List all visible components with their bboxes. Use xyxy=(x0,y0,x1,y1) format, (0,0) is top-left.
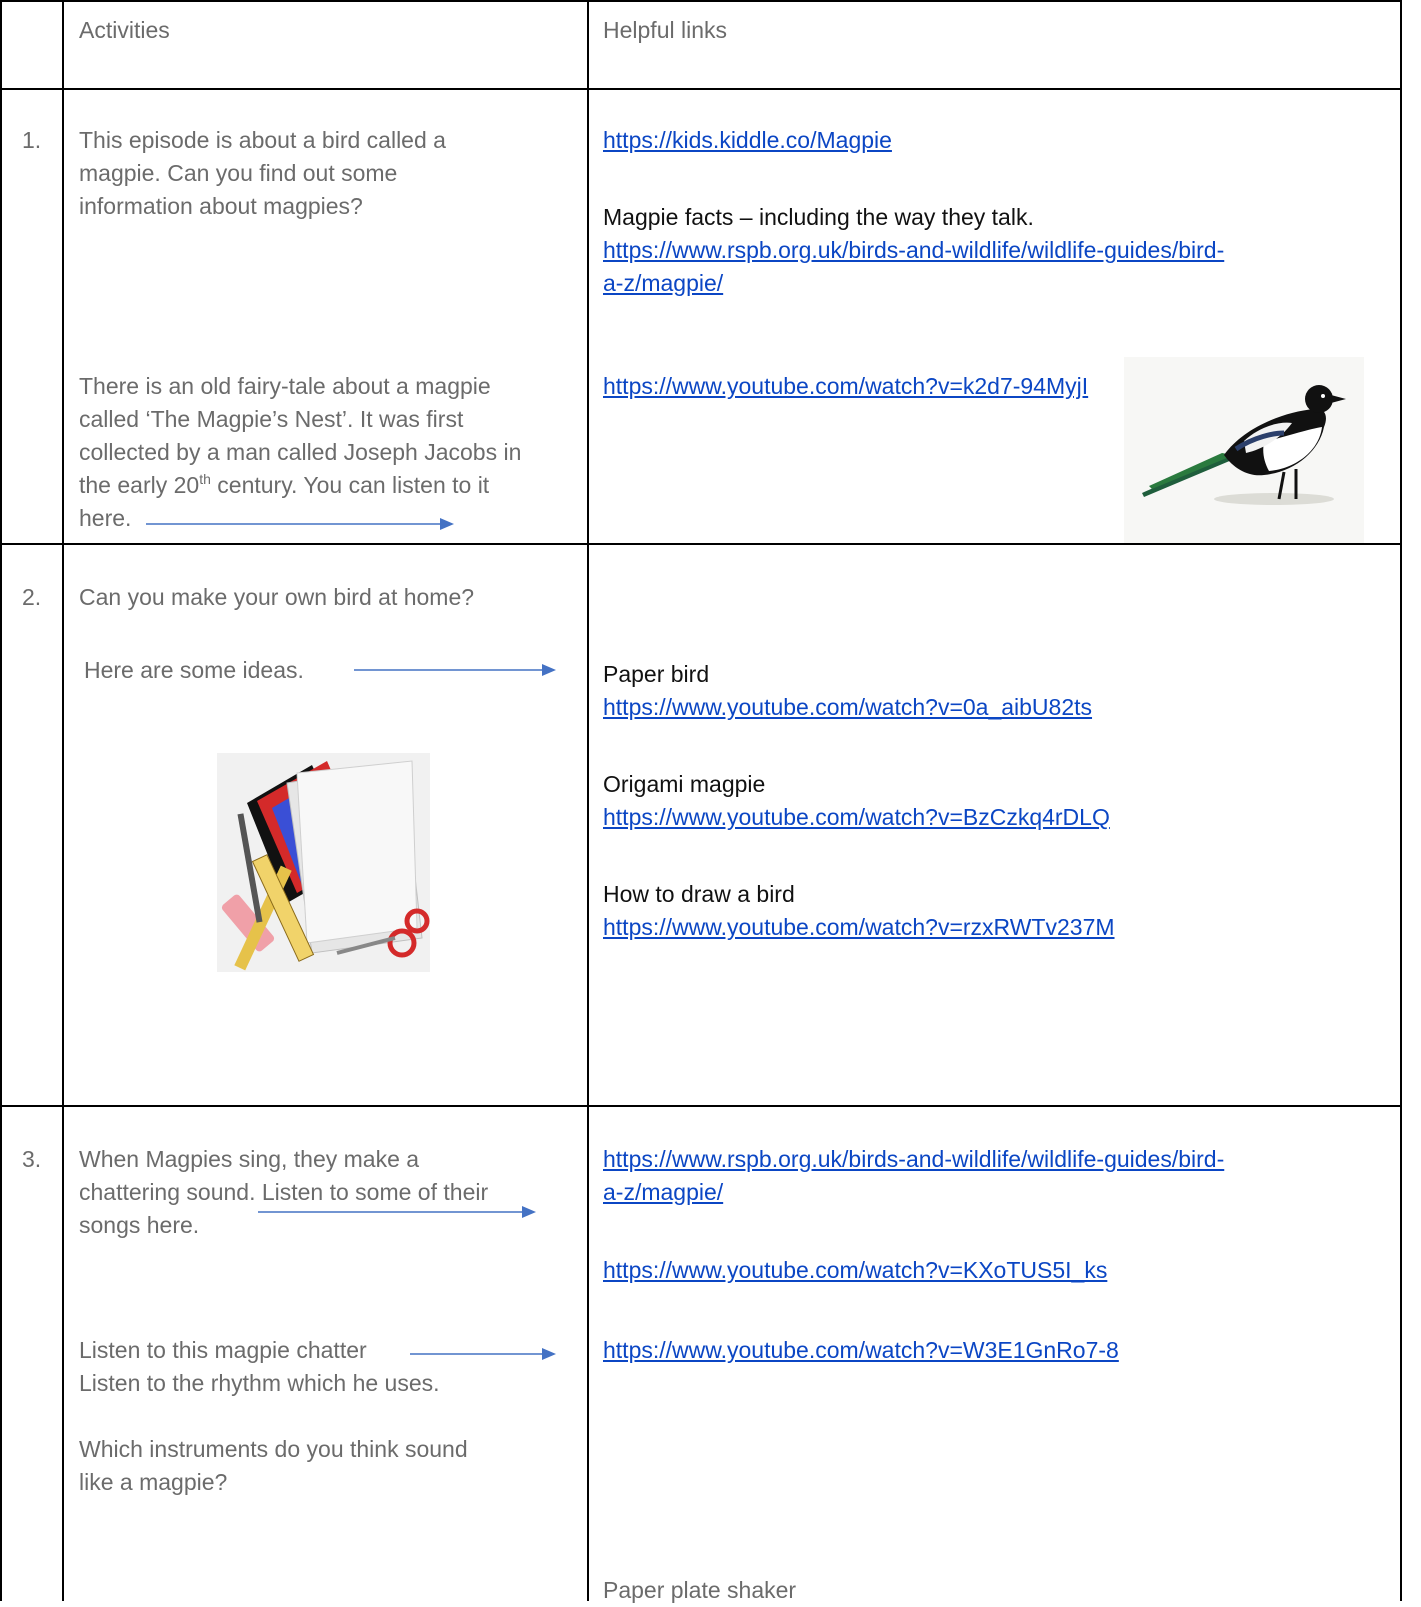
table-row-divider-header xyxy=(0,88,1402,90)
table-col-divider-1 xyxy=(62,0,64,1601)
activity-line: the early 20th century. You can listen t… xyxy=(79,469,521,502)
activity-line: This episode is about a bird called a xyxy=(79,127,446,153)
link-rspb-magpie-songs[interactable]: https://www.rspb.org.uk/birds-and-wildli… xyxy=(603,1143,1224,1176)
activity-line: Which instruments do you think sound xyxy=(79,1436,468,1462)
link-youtube-magpie-nest[interactable]: https://www.youtube.com/watch?v=k2d7-94M… xyxy=(603,370,1088,403)
link-draw-a-bird[interactable]: https://www.youtube.com/watch?v=rzxRWTv2… xyxy=(603,911,1115,944)
activity-line: Listen to this magpie chatter xyxy=(79,1337,367,1363)
link-youtube-magpie-chatter[interactable]: https://www.youtube.com/watch?v=W3E1GnRo… xyxy=(603,1334,1119,1367)
link-label: Origami magpie xyxy=(603,771,766,797)
craft-supplies-image xyxy=(217,753,430,972)
magpie-facts-label: Magpie facts – including the way they ta… xyxy=(603,204,1034,230)
table-border-top xyxy=(0,0,1402,2)
link-rspb-magpie-songs-cont[interactable]: a-z/magpie/ xyxy=(603,1176,723,1209)
activity-line: magpie. Can you find out some xyxy=(79,160,398,186)
header-helpful-links: Helpful links xyxy=(603,17,727,43)
magpie-image xyxy=(1124,357,1364,543)
activity-line: collected by a man called Joseph Jacobs … xyxy=(79,439,522,465)
link-label: Paper bird xyxy=(603,661,710,687)
table-col-divider-2 xyxy=(587,0,589,1601)
activity-line: information about magpies? xyxy=(79,193,363,219)
paper-plate-shaker-label: Paper plate shaker xyxy=(603,1577,797,1603)
link-origami-magpie[interactable]: https://www.youtube.com/watch?v=BzCzkq4r… xyxy=(603,801,1110,834)
activity-line: Listen to the rhythm which he uses. xyxy=(79,1370,440,1396)
link-youtube-magpie-song[interactable]: https://www.youtube.com/watch?v=KXoTUS5I… xyxy=(603,1254,1107,1287)
link-rspb-magpie-cont[interactable]: a-z/magpie/ xyxy=(603,267,723,300)
table-border-right xyxy=(1400,0,1402,1601)
arrow-right-icon xyxy=(410,1348,556,1360)
row-number: 1. xyxy=(22,127,42,153)
arrow-right-icon xyxy=(354,664,556,676)
activity-line: When Magpies sing, they make a xyxy=(79,1146,420,1172)
row-number: 3. xyxy=(22,1146,42,1172)
activity-text: Listen to this magpie chatter Listen to … xyxy=(79,1334,440,1400)
activity-line: called ‘The Magpie’s Nest’. It was first xyxy=(79,406,464,432)
link-kiddle-magpie[interactable]: https://kids.kiddle.co/Magpie xyxy=(603,124,892,157)
arrow-right-icon xyxy=(146,518,454,530)
link-paper-bird[interactable]: https://www.youtube.com/watch?v=0a_aibU8… xyxy=(603,691,1092,724)
link-label: How to draw a bird xyxy=(603,881,795,907)
activity-text: This episode is about a bird called a ma… xyxy=(79,124,446,223)
table-border-left xyxy=(0,0,2,1601)
activity-text: Which instruments do you think sound lik… xyxy=(79,1433,468,1499)
activity-line-text: century. You can listen to it xyxy=(210,472,490,498)
link-rspb-magpie[interactable]: https://www.rspb.org.uk/birds-and-wildli… xyxy=(603,234,1224,267)
arrow-right-icon xyxy=(258,1206,536,1218)
header-activities: Activities xyxy=(79,17,170,43)
activity-line: There is an old fairy-tale about a magpi… xyxy=(79,373,491,399)
row-number: 2. xyxy=(22,584,42,610)
activity-line: like a magpie? xyxy=(79,1469,228,1495)
table-row-divider-2 xyxy=(0,1105,1402,1107)
activity-text: When Magpies sing, they make a chatterin… xyxy=(79,1143,488,1242)
ordinal-suffix: th xyxy=(199,471,211,487)
activity-text: There is an old fairy-tale about a magpi… xyxy=(79,370,521,535)
activity-text: Can you make your own bird at home? xyxy=(79,584,475,610)
table-row-divider-1 xyxy=(0,543,1402,545)
activity-text: Here are some ideas. xyxy=(84,657,304,683)
activity-line-text: the early 20 xyxy=(79,472,200,498)
